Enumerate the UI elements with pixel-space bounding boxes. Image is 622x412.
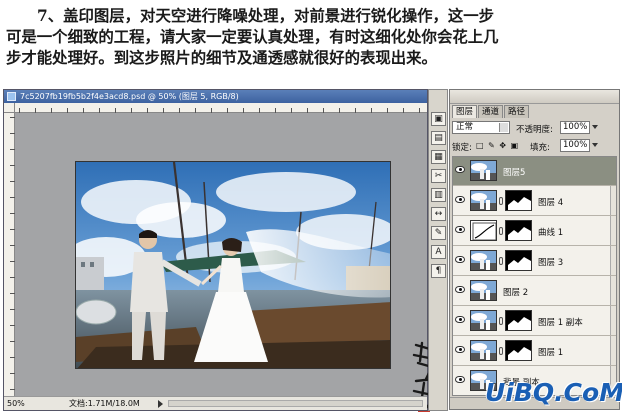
layer-mask-thumbnail[interactable] [505,190,532,211]
mask-link-icon[interactable] [499,227,503,235]
layer-name: 图层 4 [538,198,564,208]
layer-mask-thumbnail[interactable] [505,220,532,241]
layer-thumbnail [470,160,497,181]
lock-label: 锁定: [452,143,472,153]
layer-list: 图层5 图层 4 曲线 1 图层 3 图层 2 图层 1 副本 图层 1 背景 副本 [452,156,617,396]
mask-link-icon[interactable] [499,197,503,205]
fill-label: 填充: [530,143,550,153]
photoshop-icon [7,92,16,101]
document-window: 7c5207fb19fb5b2f4e3acd8.psd @ 50% (图层 5,… [3,89,436,412]
panel-dock-strip: ▣ ▤ ▦ ✂ ▥ ↔ ✎ A ¶ [428,89,448,411]
visibility-eye-icon[interactable] [455,376,465,383]
layer-row[interactable]: 图层5 [453,157,616,186]
ruler-horizontal[interactable] [15,103,427,113]
visibility-eye-icon[interactable] [455,286,465,293]
layer-name: 图层 1 副本 [538,318,583,328]
layer-name: 曲线 1 [538,228,564,238]
visibility-eye-icon[interactable] [455,166,465,173]
layer-name: 图层 1 [538,348,564,358]
tab-paths[interactable]: 路径 [504,105,530,118]
dock-tool-button[interactable]: ▦ [431,150,446,164]
lock-fill-row: 锁定: □ ✎ ✥ ▣ 填充: 100% [452,138,617,154]
dock-tool-button[interactable]: A [431,245,446,259]
layer-thumbnail [470,340,497,361]
fill-dropdown-icon[interactable] [592,143,598,147]
visibility-eye-icon[interactable] [455,226,465,233]
layer-thumbnail [470,250,497,271]
dock-tool-button[interactable]: ▥ [431,188,446,202]
layers-panel: 图层 通道 路径 正常 不透明度: 100% 锁定: □ ✎ ✥ ▣ 填充: 1… [449,89,620,410]
status-menu-arrow-icon[interactable] [158,400,163,408]
layer-name: 图层 2 [503,288,529,298]
dock-tool-button[interactable]: ▣ [431,112,446,126]
blend-opacity-row: 正常 不透明度: 100% [452,120,617,136]
instruction-line-3: 步才能处理好。到这步照片的细节及通透感就很好的表现出来。 [6,49,437,67]
canvas-area[interactable] [15,113,436,412]
mask-link-icon[interactable] [499,347,503,355]
instruction-line-1: 7、盖印图层，对天空进行降噪处理，对前景进行锐化操作，这一步 [37,7,495,25]
horizontal-scrollbar[interactable] [168,400,423,407]
instruction-text: 7、盖印图层，对天空进行降噪处理，对前景进行锐化操作，这一步 可是一个细致的工程… [6,6,618,69]
layer-row[interactable]: 图层 4 [453,187,616,216]
layer-row[interactable]: 曲线 1 [453,217,616,246]
layer-thumbnail [470,220,497,241]
document-title: 7c5207fb19fb5b2f4e3acd8.psd @ 50% (图层 5,… [20,92,239,101]
dock-tool-button[interactable]: ▤ [431,131,446,145]
ruler-corner [4,103,15,113]
dock-tool-button[interactable]: ↔ [431,207,446,221]
instruction-line-2: 可是一个细致的工程，请大家一定要认真处理，有时这细化处你会花上几 [6,28,499,46]
document-size: 文档:1.71M/18.0M [69,399,140,408]
chevron-down-icon[interactable] [499,123,508,132]
dock-tool-button[interactable]: ✎ [431,226,446,240]
layer-row[interactable]: 图层 3 [453,247,616,276]
layer-mask-thumbnail[interactable] [505,250,532,271]
layer-thumbnail [470,190,497,211]
visibility-eye-icon[interactable] [455,346,465,353]
layer-row[interactable]: 图层 1 [453,337,616,366]
layer-name: 图层 3 [538,258,564,268]
zoom-level[interactable]: 50% [7,397,25,410]
dock-tool-button[interactable]: ¶ [431,264,446,278]
visibility-eye-icon[interactable] [455,196,465,203]
ruler-vertical[interactable] [4,113,15,396]
site-watermark: UiBQ.CoM [485,378,622,407]
tab-layers[interactable]: 图层 [452,105,478,118]
status-bar: 50% 文档:1.71M/18.0M [4,396,427,410]
dock-tool-button[interactable]: ✂ [431,169,446,183]
layer-name: 图层5 [503,168,526,178]
layer-mask-thumbnail[interactable] [505,310,532,331]
opacity-input[interactable]: 100% [560,121,590,134]
opacity-dropdown-icon[interactable] [592,125,598,129]
mask-link-icon[interactable] [499,317,503,325]
blend-mode-select[interactable]: 正常 [452,121,510,134]
fill-input[interactable]: 100% [560,139,590,152]
layer-thumbnail [470,280,497,301]
mask-link-icon[interactable] [499,257,503,265]
document-titlebar[interactable]: 7c5207fb19fb5b2f4e3acd8.psd @ 50% (图层 5,… [4,90,427,103]
layer-thumbnail [470,310,497,331]
layer-row[interactable]: 图层 2 [453,277,616,306]
panel-header[interactable] [450,90,619,104]
tab-channels[interactable]: 通道 [478,105,504,118]
visibility-eye-icon[interactable] [455,256,465,263]
lock-icons[interactable]: □ ✎ ✥ ▣ [476,141,519,150]
opacity-label: 不透明度: [516,125,553,135]
blend-mode-value: 正常 [456,122,474,132]
layer-row[interactable]: 图层 1 副本 [453,307,616,336]
layer-mask-thumbnail[interactable] [505,340,532,361]
wedding-photo[interactable] [75,161,391,369]
panel-tabs: 图层 通道 路径 [452,105,530,118]
visibility-eye-icon[interactable] [455,316,465,323]
